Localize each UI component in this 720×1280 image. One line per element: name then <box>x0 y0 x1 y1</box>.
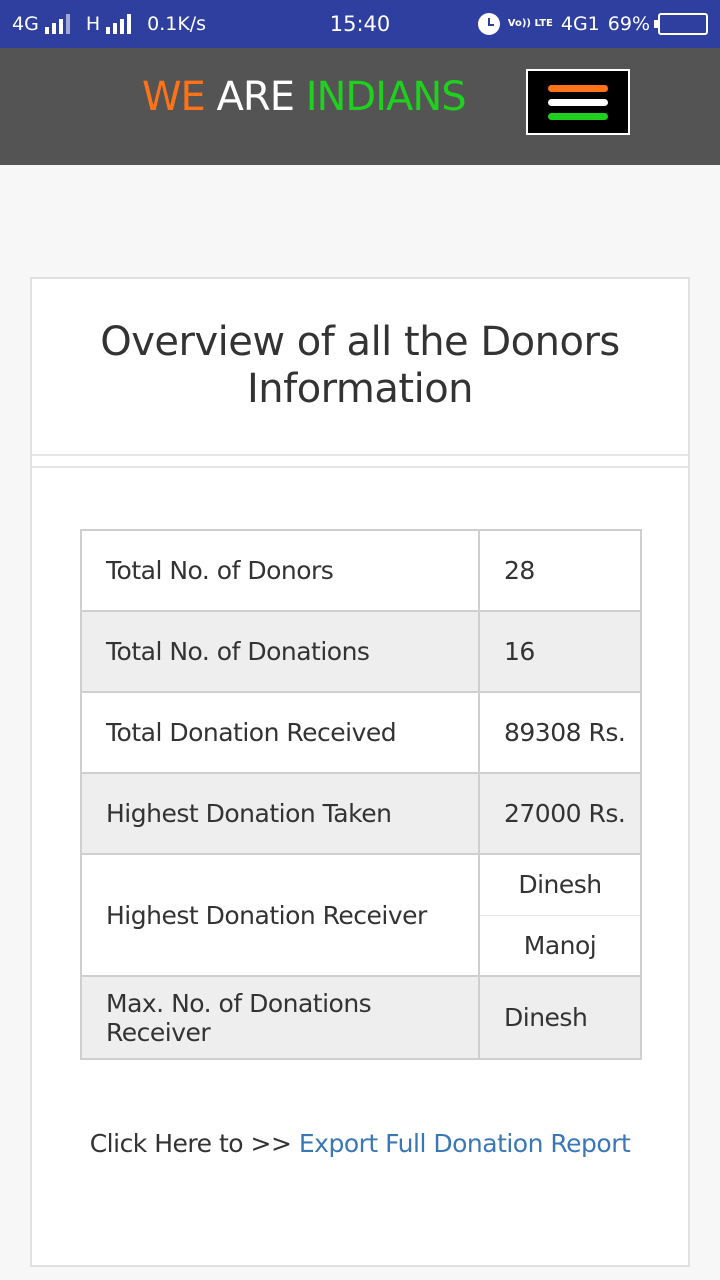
hamburger-icon-bar <box>548 98 608 106</box>
row-value: 89308 Rs. <box>504 718 626 747</box>
row-label: Max. No. of Donations Receiver <box>82 977 480 1058</box>
table-row: Total No. of Donors 28 <box>82 531 640 612</box>
status-right: Vo)) LTE 4G1 69% <box>477 0 708 48</box>
row-value: Dinesh <box>518 870 602 900</box>
brand-word-we: WE <box>142 74 206 120</box>
hamburger-icon-bar <box>548 112 608 120</box>
network-type-right: 4G1 <box>560 13 600 35</box>
status-bar: 4G H 0.1K/s 15:40 Vo)) LTE 4G1 69% <box>0 0 720 48</box>
divider <box>32 454 688 456</box>
row-label: Highest Donation Receiver <box>82 855 480 975</box>
table-row: Highest Donation Receiver Dinesh Manoj <box>82 855 640 977</box>
row-value: Dinesh <box>504 1003 588 1032</box>
donors-stats-table: Total No. of Donors 28 Total No. of Dona… <box>80 529 642 1060</box>
row-value: 27000 Rs. <box>504 799 626 828</box>
export-report-link[interactable]: Export Full Donation Report <box>299 1129 631 1158</box>
brand-word-are: ARE <box>216 74 295 120</box>
row-value: Manoj <box>480 914 640 976</box>
battery-percent: 69% <box>607 13 650 35</box>
table-row: Total Donation Received 89308 Rs. <box>82 693 640 774</box>
row-value: 16 <box>504 637 535 666</box>
table-row: Max. No. of Donations Receiver Dinesh <box>82 977 640 1058</box>
battery-icon <box>654 13 708 35</box>
donors-overview-card: Overview of all the Donors Information T… <box>30 277 690 1267</box>
export-line: Click Here to >> Export Full Donation Re… <box>32 1129 688 1158</box>
row-label: Highest Donation Taken <box>82 774 480 853</box>
row-label: Total No. of Donations <box>82 612 480 691</box>
row-value-list: Dinesh Manoj <box>480 855 640 975</box>
app-header: WE ARE INDIANS <box>0 48 720 165</box>
page-title: Overview of all the Donors Information <box>100 319 620 412</box>
brand-word-indians: INDIANS <box>305 74 467 120</box>
export-prefix: Click Here to >> <box>89 1129 292 1158</box>
divider <box>32 466 688 468</box>
hamburger-menu-button[interactable] <box>526 69 630 135</box>
table-row: Highest Donation Taken 27000 Rs. <box>82 774 640 855</box>
hamburger-icon <box>548 84 608 92</box>
table-row: Total No. of Donations 16 <box>82 612 640 693</box>
alarm-icon <box>477 13 500 35</box>
row-label: Total Donation Received <box>82 693 480 772</box>
row-label: Total No. of Donors <box>82 531 480 610</box>
row-value: 28 <box>504 556 535 585</box>
brand-logo[interactable]: WE ARE INDIANS <box>142 74 467 120</box>
volte-indicator: Vo)) LTE <box>507 18 553 29</box>
